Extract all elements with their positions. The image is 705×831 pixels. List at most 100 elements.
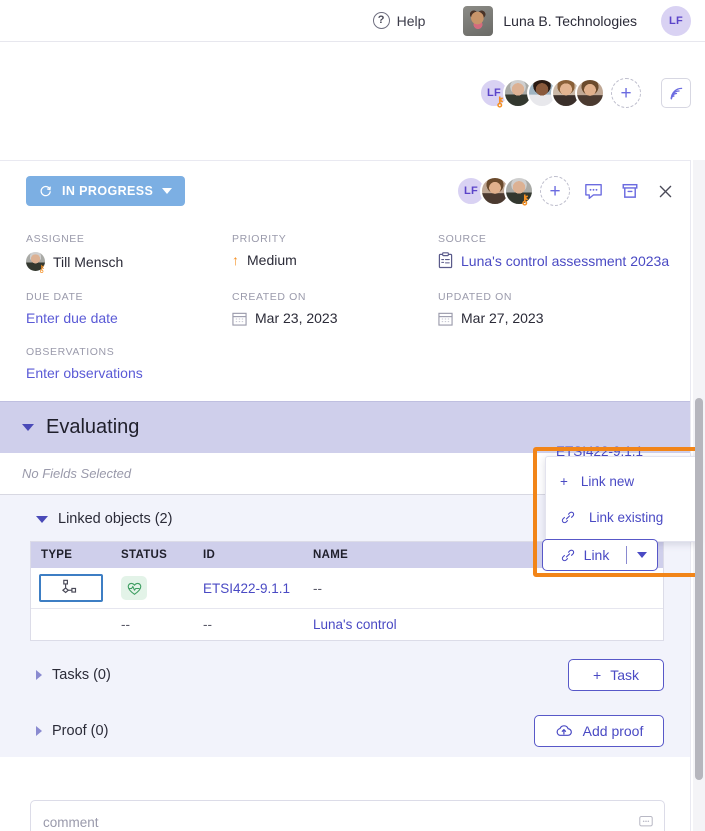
field-label: OBSERVATIONS <box>26 346 115 358</box>
field-priority: PRIORITY ↑ Medium <box>232 233 438 271</box>
field-assignee: ASSIGNEE ⚷ Till Mensch <box>26 233 232 275</box>
add-task-button[interactable]: + Task <box>568 659 664 691</box>
field-row-1: ASSIGNEE ⚷ Till Mensch PRIORITY ↑ Medium <box>26 233 669 275</box>
comment-input[interactable]: comment <box>30 800 665 831</box>
chevron-right-icon[interactable] <box>36 670 42 680</box>
object-name: -- <box>313 580 322 596</box>
column-header-status[interactable]: STATUS <box>111 542 193 568</box>
cell-status[interactable]: -- <box>111 609 193 641</box>
table-row[interactable]: -- -- Luna's control <box>31 609 663 641</box>
arrow-up-icon: ↑ <box>232 252 239 268</box>
menu-item-link-existing[interactable]: Link existing <box>546 499 697 535</box>
clipboard-icon <box>438 252 453 269</box>
collaborator-avatars: LF ⚷ <box>479 78 605 108</box>
emoji-icon[interactable] <box>638 815 654 829</box>
close-icon <box>659 185 672 197</box>
chevron-down-icon <box>22 424 34 431</box>
rss-icon <box>670 87 682 99</box>
cell-name[interactable]: Luna's control <box>303 609 663 641</box>
add-task-label: Task <box>610 667 639 683</box>
heart-pulse-icon <box>127 582 141 595</box>
priority-value: Medium <box>247 252 297 268</box>
comment-area: comment <box>0 800 691 831</box>
link-button[interactable]: Link <box>543 540 626 570</box>
cloud-upload-icon <box>556 725 572 736</box>
table-row[interactable]: ETSI422-9.1.1 -- <box>31 568 663 609</box>
feed-button[interactable] <box>661 78 691 108</box>
cell-type[interactable] <box>31 568 111 609</box>
add-proof-button[interactable]: Add proof <box>534 715 664 747</box>
column-header-type[interactable]: TYPE <box>31 542 111 568</box>
field-grid: ASSIGNEE ⚷ Till Mensch PRIORITY ↑ Medium <box>0 221 690 381</box>
menu-item-link-new[interactable]: + Link new <box>546 463 697 499</box>
add-assignee-button[interactable]: + <box>540 176 570 206</box>
field-value[interactable]: Enter observations <box>26 365 276 381</box>
add-proof-label: Add proof <box>582 723 644 739</box>
cell-id[interactable]: ETSI422-9.1.1 <box>193 568 303 609</box>
user-initials: LF <box>668 14 684 27</box>
refresh-icon <box>40 185 51 197</box>
proof-section: Proof (0) Add proof <box>0 691 690 747</box>
top-bar: ? Help Luna B. Technologies LF <box>0 0 705 42</box>
app-screen: ? Help Luna B. Technologies LF LF ⚷ + IN… <box>0 0 705 831</box>
organization-name: Luna B. Technologies <box>503 12 637 29</box>
chevron-down-icon <box>637 552 647 558</box>
cell-name[interactable]: -- <box>303 568 663 609</box>
field-source: SOURCE Luna's control assessment 2023a <box>438 233 688 271</box>
status-value: -- <box>121 617 130 632</box>
cell-type[interactable] <box>31 609 111 641</box>
vertical-scrollbar[interactable] <box>695 398 703 780</box>
field-value: Mar 27, 2023 <box>438 310 688 326</box>
field-value[interactable]: Enter due date <box>26 310 232 326</box>
field-due-date: DUE DATE Enter due date <box>26 291 232 326</box>
add-collaborator-button[interactable]: + <box>611 78 641 108</box>
help-button[interactable]: ? Help <box>372 12 425 29</box>
hierarchy-icon <box>61 579 77 594</box>
assignee-name: Till Mensch <box>53 253 124 270</box>
link-existing-label: Link existing <box>589 509 664 525</box>
object-name-link[interactable]: Luna's control <box>313 617 397 632</box>
plus-icon: + <box>620 82 632 104</box>
panel-header-actions <box>584 182 674 200</box>
plus-icon: + <box>593 667 602 683</box>
field-label: CREATED ON <box>232 291 307 303</box>
user-avatar[interactable]: LF <box>661 5 691 36</box>
avatar[interactable]: ⚷ <box>504 176 534 206</box>
link-split-button: Link <box>542 539 658 571</box>
link-button-label: Link <box>583 547 610 563</box>
status-label: IN PROGRESS <box>62 184 154 198</box>
comment-icon <box>585 183 602 199</box>
avatar-owner-initials: LF <box>463 185 479 197</box>
link-dropdown-toggle[interactable] <box>627 540 657 570</box>
comment-placeholder: comment <box>43 814 99 830</box>
calendar-icon <box>438 312 453 326</box>
help-icon: ? <box>372 12 390 29</box>
field-value[interactable]: Luna's control assessment 2023a <box>438 252 688 269</box>
created-on-value: Mar 23, 2023 <box>255 310 338 326</box>
cell-id[interactable]: -- <box>193 609 303 641</box>
status-badge <box>121 576 147 600</box>
object-id-link[interactable]: ETSI422-9.1.1 <box>203 581 290 596</box>
comment-button[interactable] <box>584 183 603 200</box>
organization-switcher[interactable]: Luna B. Technologies <box>463 5 637 36</box>
field-label: ASSIGNEE <box>26 233 85 245</box>
field-value: Mar 23, 2023 <box>232 310 438 326</box>
status-dropdown-button[interactable]: IN PROGRESS <box>26 176 186 206</box>
selected-cell[interactable] <box>39 574 103 602</box>
tasks-section: Tasks (0) + Task <box>0 641 690 691</box>
field-value[interactable]: ⚷ Till Mensch <box>26 252 232 275</box>
avatar[interactable] <box>575 78 605 108</box>
close-button[interactable] <box>657 183 674 200</box>
chain-link-icon <box>561 549 574 562</box>
chevron-right-icon[interactable] <box>36 726 42 736</box>
column-header-id[interactable]: ID <box>193 542 303 568</box>
cell-status[interactable] <box>111 568 193 609</box>
panel-avatars: LF ⚷ <box>456 176 534 206</box>
link-dropdown-menu: + Link new Link existing <box>545 456 698 542</box>
archive-button[interactable] <box>621 182 639 200</box>
observations-value: Enter observations <box>26 365 143 381</box>
field-row-3: OBSERVATIONS Enter observations <box>26 346 664 381</box>
key-icon: ⚷ <box>38 264 46 275</box>
field-value[interactable]: ↑ Medium <box>232 252 438 268</box>
calendar-icon <box>232 312 247 326</box>
